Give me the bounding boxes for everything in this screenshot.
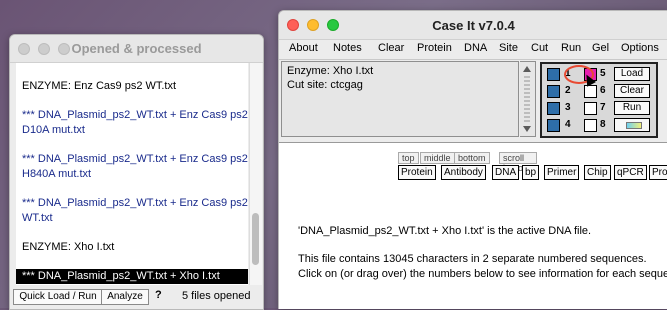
list-item-selected[interactable]: *** DNA_Plasmid_ps2_WT.txt + Xho I.txt — [16, 269, 248, 284]
files-opened-count: 5 files opened — [182, 290, 251, 302]
menu-bar: About Notes Clear Protein DNA Site Cut R… — [279, 40, 667, 60]
menu-site[interactable]: Site — [499, 42, 518, 54]
antibody-button[interactable]: Antibody — [441, 165, 486, 180]
scrollbar-thumb[interactable] — [252, 213, 259, 265]
list-item[interactable]: ENZYME: Enz Cas9 ps2 WT.txt — [22, 79, 248, 94]
help-button[interactable]: ? — [155, 289, 162, 301]
lane-6[interactable]: 6 — [584, 85, 612, 98]
lane-color-swatch[interactable] — [547, 102, 560, 115]
menu-clear[interactable]: Clear — [378, 42, 404, 54]
right-titlebar: Case It v7.0.4 — [279, 11, 667, 40]
lane-number: 5 — [600, 68, 606, 79]
dna-button[interactable]: DNA — [492, 165, 520, 180]
lane-color-swatch[interactable] — [547, 85, 560, 98]
menu-gel[interactable]: Gel — [592, 42, 609, 54]
opened-processed-window: Opened & processed ENZYME: Enz Cas9 ps2 … — [9, 34, 264, 310]
lane-number: 6 — [600, 85, 606, 96]
left-status-bar: Quick Load / Run Analyze ? 5 files opene… — [10, 287, 263, 307]
enzyme-info-box[interactable]: Enzyme: Xho I.txt Cut site: ctcgag — [281, 61, 519, 137]
lane-4[interactable]: 4 — [547, 119, 577, 132]
left-window-title: Opened & processed — [71, 41, 202, 56]
lane-number: 8 — [600, 119, 606, 130]
main-content-area: top middle bottom scroll buttons Protein… — [279, 142, 667, 309]
list-scrollbar[interactable] — [249, 63, 262, 285]
tab-bottom[interactable]: bottom — [454, 152, 490, 164]
menu-protein[interactable]: Protein — [417, 42, 452, 54]
scroll-down-icon[interactable] — [523, 126, 531, 132]
list-item[interactable]: D10A mut.txt — [22, 123, 248, 138]
list-item[interactable]: WT.txt — [22, 211, 248, 226]
pro-button[interactable]: Pro — [649, 165, 667, 180]
lane-2[interactable]: 2 — [547, 85, 577, 98]
gel-lane-panel: 1 2 3 4 5 6 7 8 Load Clear Run — [540, 62, 658, 138]
list-item[interactable]: ENZYME: Xho I.txt — [22, 240, 248, 255]
lane-checkbox[interactable] — [584, 119, 597, 132]
click-numbers-message: Click on (or drag over) the numbers belo… — [298, 268, 667, 280]
lane-color-swatch[interactable] — [547, 68, 560, 81]
menu-about[interactable]: About — [289, 42, 318, 54]
sequence-count-message: This file contains 13045 characters in 2… — [298, 253, 647, 265]
menu-cut[interactable]: Cut — [531, 42, 548, 54]
menu-options[interactable]: Options — [621, 42, 659, 54]
lane-number: 2 — [565, 85, 571, 96]
quick-load-run-button[interactable]: Quick Load / Run — [13, 289, 103, 305]
primer-button[interactable]: Primer — [544, 165, 580, 180]
menu-dna[interactable]: DNA — [464, 42, 487, 54]
menu-run[interactable]: Run — [561, 42, 581, 54]
lane-number: 7 — [600, 102, 606, 113]
analyze-button[interactable]: Analyze — [101, 289, 149, 305]
load-button[interactable]: Load — [614, 67, 650, 81]
gel-color-button[interactable] — [614, 118, 650, 132]
list-item[interactable]: *** DNA_Plasmid_ps2_WT.txt + Enz Cas9 ps… — [22, 196, 248, 211]
tab-scroll-buttons[interactable]: scroll buttons — [499, 152, 537, 173]
tab-middle[interactable]: middle — [420, 152, 455, 164]
list-item[interactable]: H840A mut.txt — [22, 167, 248, 182]
scrollbar-track[interactable] — [524, 76, 530, 122]
enzyme-line: Enzyme: Xho I.txt — [287, 65, 374, 77]
list-item[interactable]: *** DNA_Plasmid_ps2_WT.txt + Enz Cas9 ps… — [22, 108, 248, 123]
lane-8[interactable]: 8 — [584, 119, 612, 132]
qpcr-button[interactable]: qPCR — [614, 165, 647, 180]
info-scrollbar[interactable] — [520, 61, 536, 137]
chip-button[interactable]: Chip — [584, 165, 611, 180]
tab-top[interactable]: top — [398, 152, 419, 164]
app-title: Case It v7.0.4 — [432, 18, 515, 33]
lane-number: 3 — [565, 102, 571, 113]
protein-button[interactable]: Protein — [398, 165, 436, 180]
left-titlebar: Opened & processed — [10, 35, 263, 63]
color-gradient-icon — [626, 122, 642, 129]
active-file-message: 'DNA_Plasmid_ps2_WT.txt + Xho I.txt' is … — [298, 225, 592, 237]
lane-number: 4 — [565, 119, 571, 130]
lane-7[interactable]: 7 — [584, 102, 612, 115]
bp-button[interactable]: bp — [522, 165, 540, 180]
lane-checkbox[interactable] — [584, 85, 597, 98]
lane-checkbox[interactable] — [584, 102, 597, 115]
lane-3[interactable]: 3 — [547, 102, 577, 115]
scroll-up-icon[interactable] — [523, 66, 531, 72]
menu-notes[interactable]: Notes — [333, 42, 362, 54]
cut-site-line: Cut site: ctcgag — [287, 79, 363, 91]
case-it-window: Case It v7.0.4 About Notes Clear Protein… — [278, 10, 667, 309]
lane-color-swatch[interactable] — [547, 119, 560, 132]
list-item[interactable]: *** DNA_Plasmid_ps2_WT.txt + Enz Cas9 ps… — [22, 152, 248, 167]
clear-button[interactable]: Clear — [614, 84, 650, 98]
run-button[interactable]: Run — [614, 101, 650, 115]
processed-files-list[interactable]: ENZYME: Enz Cas9 ps2 WT.txt *** DNA_Plas… — [16, 63, 248, 285]
